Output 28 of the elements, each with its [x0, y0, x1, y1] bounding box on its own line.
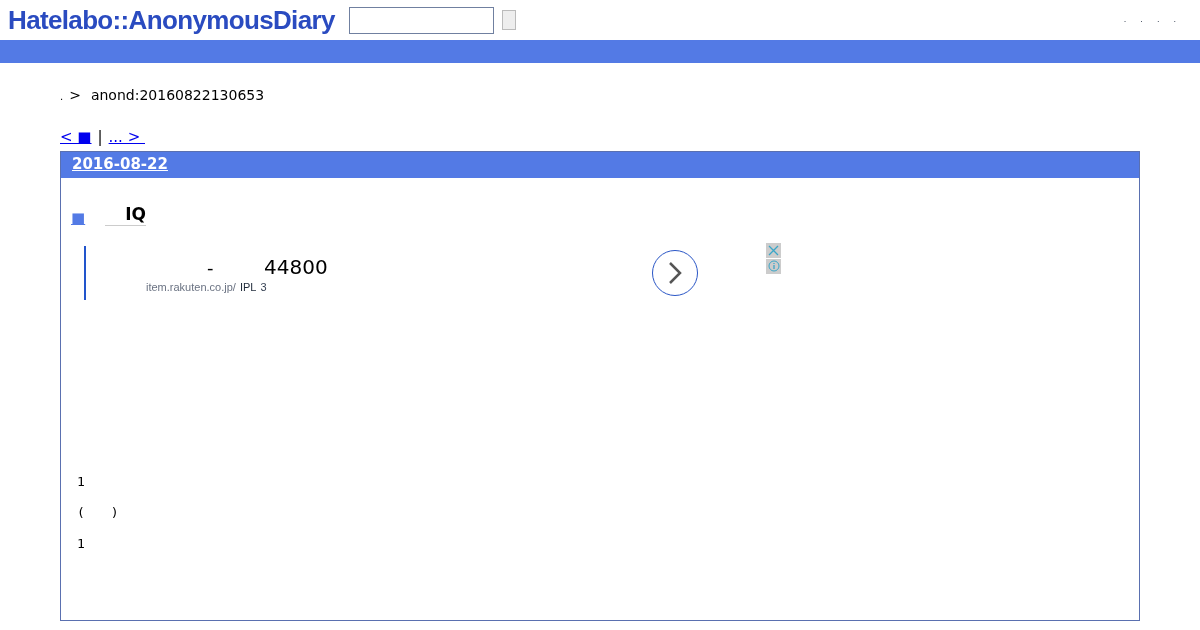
search-field[interactable]: [348, 6, 494, 34]
chevron-right-icon: [666, 260, 684, 285]
body-text: 1: [77, 472, 86, 491]
ad-price: 44800: [264, 253, 328, 281]
ad-accent-bar: [84, 245, 86, 300]
pager-separator: |: [97, 127, 103, 148]
ad-info-icon[interactable]: [766, 258, 781, 274]
ad-close-icon[interactable]: [766, 242, 781, 258]
body-text: ( ): [77, 503, 120, 522]
nav-link[interactable]: .: [1140, 14, 1143, 26]
nav-link[interactable]: .: [1123, 14, 1127, 26]
entry-marker-link[interactable]: ■: [71, 210, 86, 226]
next-link[interactable]: ... >: [108, 126, 145, 149]
ad-dash: -: [207, 255, 214, 280]
ad-url: item.rakuten.co.jp/: [146, 279, 236, 295]
entry-title: IQ: [105, 203, 146, 226]
prev-link[interactable]: < ■: [60, 126, 92, 149]
ad-url-suffix: 3: [260, 279, 267, 295]
entry-id: anond:20160822130653: [90, 86, 265, 105]
day-date-link[interactable]: 2016-08-22: [72, 153, 168, 176]
site-logo[interactable]: Hatelabo::AnonymousDiary: [8, 7, 335, 33]
body-text: 1: [77, 534, 86, 553]
nav-link[interactable]: .: [1173, 14, 1176, 26]
home-link[interactable]: .: [60, 89, 64, 104]
breadcrumb-separator: >: [69, 86, 81, 105]
search-button[interactable]: [501, 10, 516, 30]
ad-label: IPL: [239, 279, 257, 295]
nav-link[interactable]: .: [1156, 14, 1160, 26]
